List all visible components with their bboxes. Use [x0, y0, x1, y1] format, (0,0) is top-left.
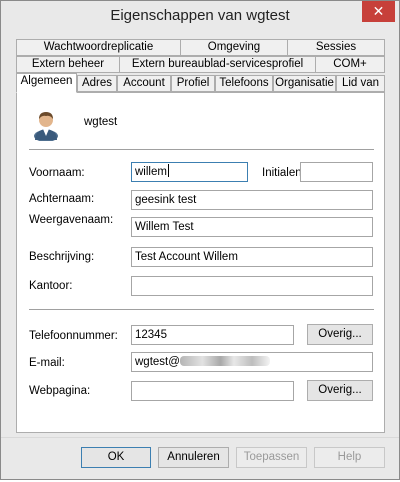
other-phone-button[interactable]: Overig...: [307, 324, 373, 345]
tab-algemeen[interactable]: Algemeen: [16, 73, 77, 93]
tab-extern-beheer[interactable]: Extern beheer: [16, 56, 120, 73]
tab-lid-van[interactable]: Lid van: [336, 75, 385, 92]
office-label: Kantoor:: [29, 280, 73, 292]
window-title: Eigenschappen van wgtest: [110, 7, 290, 24]
first-name-label: Voornaam:: [29, 167, 85, 179]
display-name-field[interactable]: Willem Test: [131, 217, 373, 237]
phone-label: Telefoonnummer:: [29, 330, 118, 342]
email-label: E-mail:: [29, 357, 65, 369]
email-field[interactable]: wgtest@: [131, 352, 373, 372]
description-label: Beschrijving:: [29, 251, 95, 263]
other-web-button[interactable]: Overig...: [307, 380, 373, 401]
tab-omgeving[interactable]: Omgeving: [180, 39, 288, 56]
tab-sessies[interactable]: Sessies: [287, 39, 385, 56]
phone-field[interactable]: 12345: [131, 325, 294, 345]
divider-bottom: [29, 309, 374, 310]
tab-extern-bureaublad-servicesprofiel[interactable]: Extern bureaublad-servicesprofiel: [119, 56, 316, 73]
display-name-label: Weergavenaam:: [29, 214, 114, 226]
user-icon: [34, 112, 58, 141]
general-tab-panel: wgtest Voornaam: willem Initialen: Achte…: [16, 92, 385, 433]
properties-dialog: Eigenschappen van wgtest ✕ Wachtwoordrep…: [0, 0, 400, 480]
redacted-region: [179, 356, 270, 366]
last-name-field[interactable]: geesink test: [131, 190, 373, 210]
description-field[interactable]: Test Account Willem: [131, 247, 373, 267]
email-value: wgtest@: [135, 356, 180, 368]
user-display-name: wgtest: [84, 116, 118, 128]
first-name-value: willem: [135, 166, 167, 178]
divider-top: [29, 149, 374, 150]
initials-field[interactable]: [300, 162, 373, 182]
title-bar: Eigenschappen van wgtest ✕: [1, 1, 399, 31]
first-name-field[interactable]: willem: [131, 162, 248, 182]
tab-com-plus[interactable]: COM+: [315, 56, 385, 73]
tab-organisatie[interactable]: Organisatie: [273, 75, 336, 92]
tab-adres[interactable]: Adres: [77, 75, 117, 92]
ok-button[interactable]: OK: [81, 447, 151, 468]
tab-wachtwoordreplicatie[interactable]: Wachtwoordreplicatie: [16, 39, 181, 56]
web-page-label: Webpagina:: [29, 385, 91, 397]
initials-label: Initialen:: [262, 167, 305, 179]
close-button[interactable]: ✕: [362, 1, 395, 22]
text-caret: [167, 164, 169, 177]
web-page-field[interactable]: [131, 381, 294, 401]
tab-telefoons[interactable]: Telefoons: [215, 75, 273, 92]
tab-account[interactable]: Account: [117, 75, 171, 92]
tab-profiel[interactable]: Profiel: [171, 75, 215, 92]
help-button[interactable]: Help: [314, 447, 385, 468]
last-name-label: Achternaam:: [29, 193, 95, 205]
office-field[interactable]: [131, 276, 373, 296]
apply-button[interactable]: Toepassen: [236, 447, 307, 468]
footer-separator: [1, 437, 399, 438]
cancel-button[interactable]: Annuleren: [158, 447, 229, 468]
